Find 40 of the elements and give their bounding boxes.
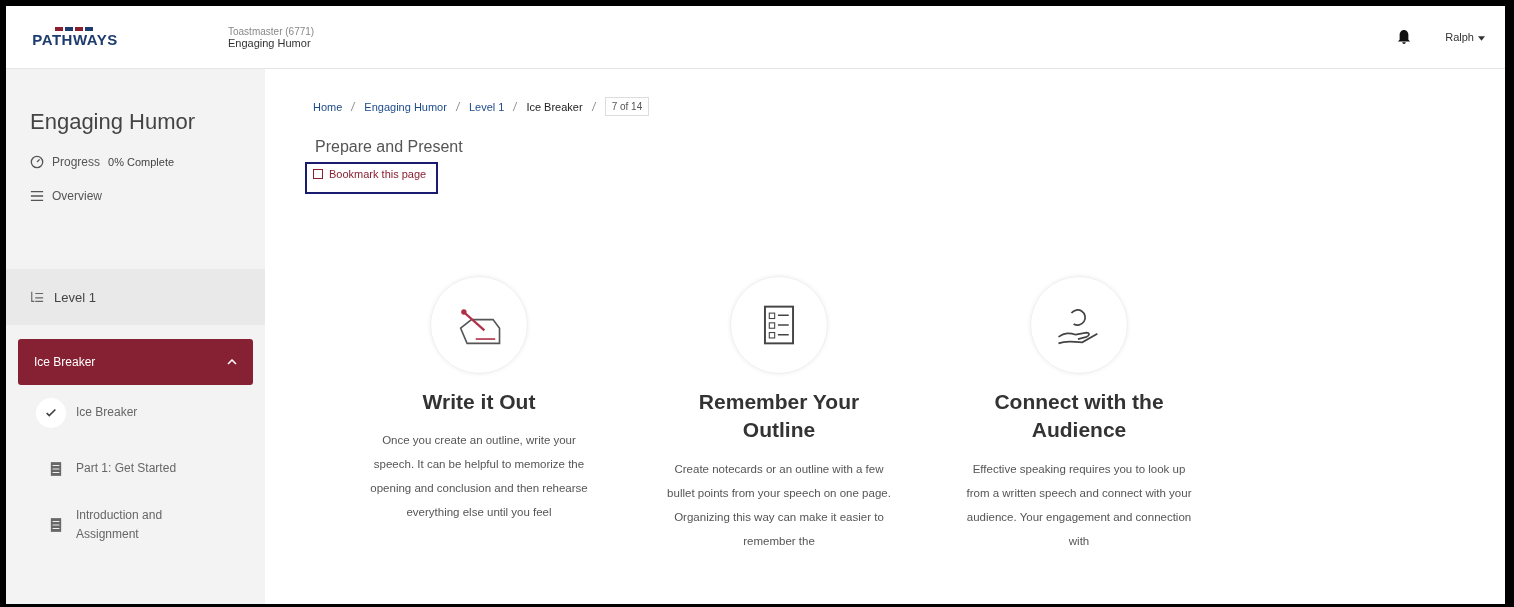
card-title: Remember Your Outline: [697, 389, 861, 444]
lesson-item[interactable]: Introduction and Assignment: [6, 497, 265, 553]
lesson-item[interactable]: Part 1: Get Started: [6, 441, 265, 497]
breadcrumb-separator-icon: [512, 101, 519, 112]
overview-link[interactable]: Overview: [52, 189, 102, 203]
breadcrumb-separator-icon: [350, 101, 357, 112]
breadcrumb-current: Ice Breaker: [526, 100, 583, 113]
bell-icon[interactable]: [1397, 29, 1412, 45]
chevron-up-icon: [227, 359, 237, 365]
gauge-icon: [30, 155, 44, 169]
card-title: Connect with the Audience: [993, 389, 1165, 444]
document-icon: [50, 517, 62, 533]
page-count: 7 of 14: [604, 97, 650, 116]
document-icon: [50, 461, 62, 477]
course-title: Engaging Humor: [228, 36, 311, 49]
breadcrumb-link[interactable]: Home: [313, 100, 343, 113]
user-menu[interactable]: Ralph: [1439, 30, 1491, 44]
member-name: Toastmaster (6771): [228, 25, 315, 37]
breadcrumb-separator-icon: [454, 101, 461, 112]
sidebar-title: Engaging Humor: [30, 109, 197, 135]
breadcrumb-separator-icon: [590, 101, 597, 112]
tree-icon: [30, 290, 44, 304]
card-title: Write it Out: [421, 389, 537, 415]
page-title: Prepare and Present: [315, 138, 464, 156]
progress-value: 0% Complete: [108, 156, 175, 168]
card-text: Effective speaking requires you to look up from a written speech and connect with your audience. Your engagement and connection with: [965, 461, 1193, 549]
check-icon: [36, 398, 66, 428]
bookmark-button[interactable]: Bookmark this page: [305, 162, 439, 194]
lesson-item[interactable]: Ice Breaker: [6, 385, 265, 441]
level-item[interactable]: Level 1: [6, 269, 265, 325]
progress-label: Progress: [52, 155, 101, 169]
caret-icon: [1478, 36, 1485, 41]
pathways-logo[interactable]: PATHWAYS: [20, 26, 130, 48]
section-item[interactable]: Ice Breaker: [18, 339, 253, 385]
card-text: Once you create an outline, write your speech. It can be helpful to memorize the opening and conclusion and then rehearse everything else until you feel: [369, 433, 589, 521]
stripes-icon: [55, 26, 95, 31]
card-text: Create notecards or an outline with a few bullet points from your speech on one page. Organizing this way can make it easier to remember the: [666, 461, 892, 549]
breadcrumb-link[interactable]: Level 1: [468, 100, 505, 113]
list-icon: [30, 189, 44, 203]
breadcrumb-link[interactable]: Engaging Humor: [364, 100, 447, 113]
